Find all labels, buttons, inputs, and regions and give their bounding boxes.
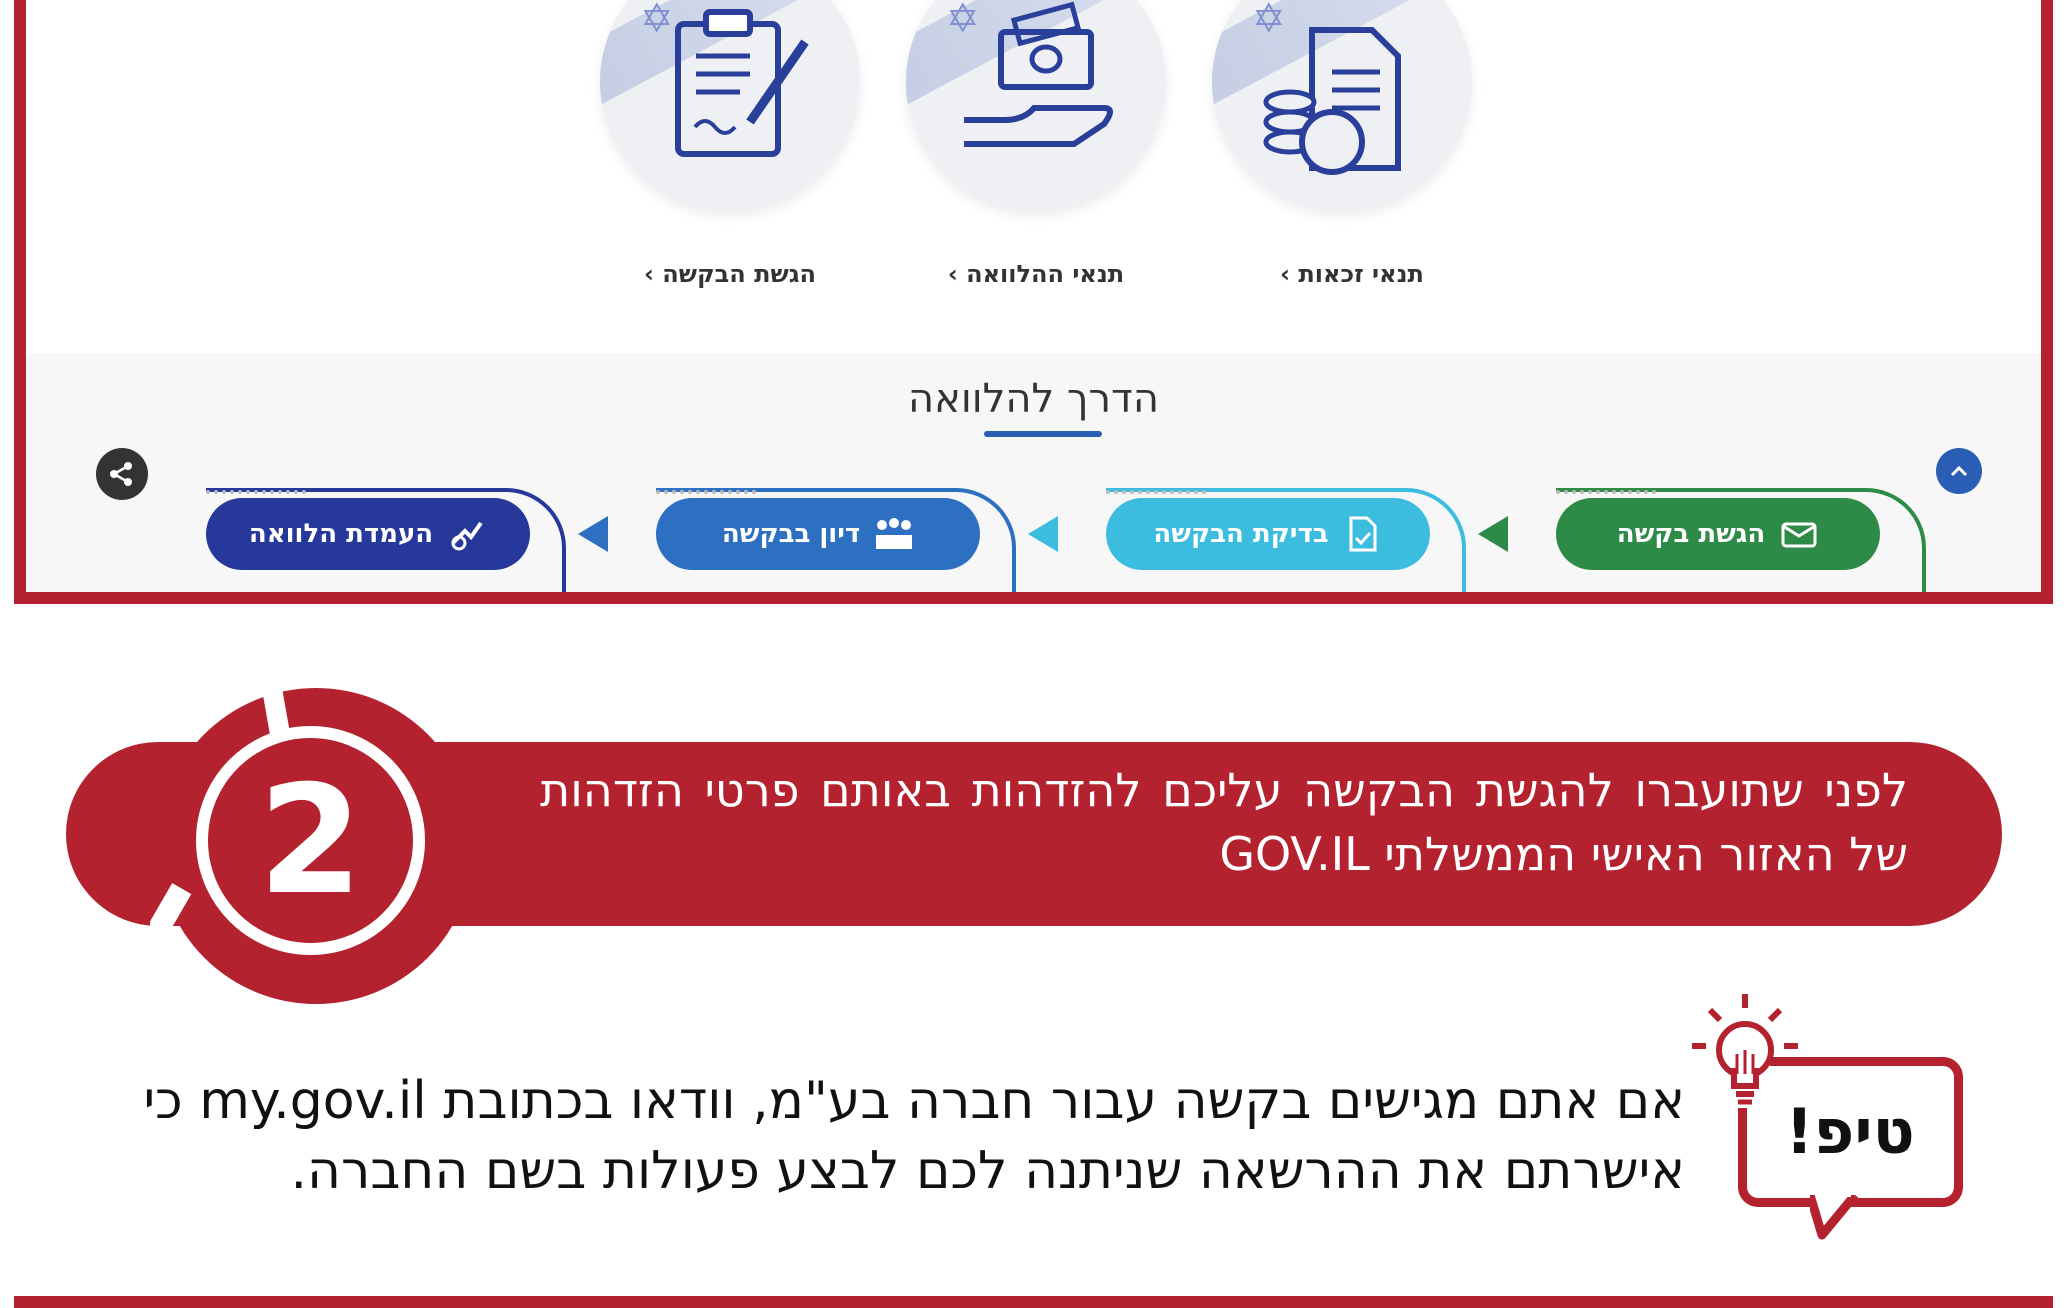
arrow-left-icon (1478, 516, 1508, 552)
tip-text: אם אתם מגישים בקשה עבור חברה בע"מ, וודאו… (143, 1071, 1685, 1201)
dots (1556, 490, 1656, 498)
bubble-tail (1810, 1195, 1859, 1240)
step-instruction-text: לפני שתועברו להגשת הבקשה עליכם להזדהות ב… (540, 763, 1908, 881)
step-number: 2 (258, 753, 363, 928)
bottom-divider (14, 1296, 2053, 1308)
step-submit-request[interactable]: הגשת בקשה (1556, 498, 1880, 570)
lightbulb-icon (1692, 994, 1798, 1108)
share-icon (110, 462, 132, 486)
embedded-screenshot-frame: ✡ ✡ ✡ הגשת הבקשה › תנאי ההלוואה › תנאי ז… (14, 0, 2053, 604)
envelope-form-icon (1779, 514, 1819, 554)
chevron-up-icon (1950, 465, 1968, 477)
step-review-request[interactable]: בדיקת הבקשה (1106, 498, 1430, 570)
step-label: הגשת בקשה (1616, 519, 1766, 549)
svg-text:✡: ✡ (640, 0, 674, 42)
step-loan-granting[interactable]: העמדת הלוואה (206, 498, 530, 570)
dots (656, 490, 756, 498)
card-loan-terms-label[interactable]: תנאי ההלוואה › (946, 260, 1126, 288)
share-button[interactable] (96, 448, 148, 500)
clipboard-pen-icon: ✡ (640, 0, 809, 157)
step-label: בדיקת הבקשה (1153, 519, 1329, 549)
card-eligibility-label[interactable]: תנאי זכאות › (1262, 260, 1442, 288)
hand-money-icon: ✡ (946, 0, 1113, 147)
svg-text:✡: ✡ (1252, 0, 1286, 42)
arrow-left-icon (578, 516, 608, 552)
card-submit-request[interactable]: ✡ (600, 0, 860, 212)
card-eligibility[interactable]: ✡ (1212, 0, 1472, 212)
card-submit-request-label[interactable]: הגשת הבקשה › (640, 260, 820, 288)
card-loan-terms[interactable]: ✡ (906, 0, 1166, 212)
arrow-left-icon (1028, 516, 1058, 552)
service-cards-section: ✡ ✡ ✡ הגשת הבקשה › תנאי ההלוואה › תנאי ז… (26, 0, 2041, 353)
scroll-up-button[interactable] (1936, 448, 1982, 494)
dots (206, 490, 306, 498)
step-discuss-request[interactable]: דיון בבקשה (656, 498, 980, 570)
document-check-icon (1343, 514, 1383, 554)
svg-text:✡: ✡ (946, 0, 980, 42)
documents-coins-icon: ✡ (1252, 0, 1401, 175)
title-underline (984, 431, 1102, 437)
step-label: דיון בבקשה (721, 519, 861, 549)
handshake-icon (447, 514, 487, 554)
meeting-people-icon (874, 514, 914, 554)
loan-path-title: הדרך להלוואה (907, 376, 1159, 422)
dots (1106, 490, 1206, 498)
step-label: העמדת הלוואה (248, 519, 434, 549)
